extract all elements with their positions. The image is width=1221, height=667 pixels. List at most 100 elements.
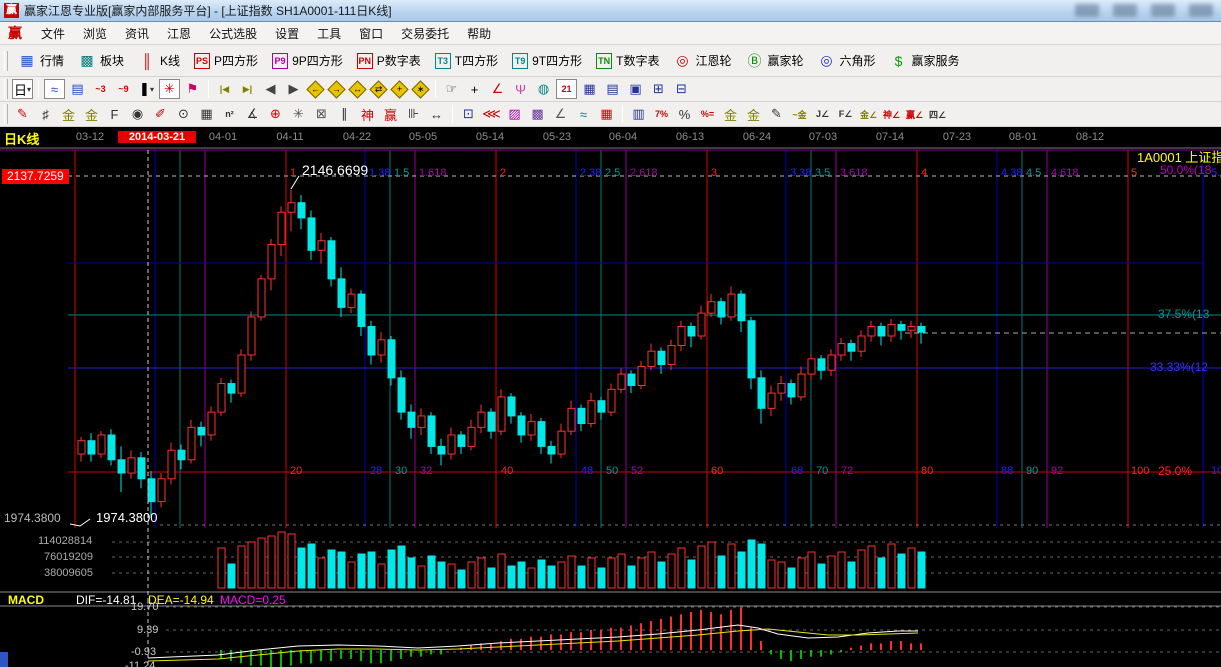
grid-red-tool[interactable]: ▦ — [596, 104, 617, 124]
trend-lines-tool[interactable]: ∠ — [550, 104, 571, 124]
last-page-button[interactable]: ▶| — [237, 79, 258, 99]
k-mark-tool[interactable]: ∥ — [334, 104, 355, 124]
main-chart-canvas[interactable] — [0, 127, 1221, 667]
gold-angle-tool[interactable]: 金∠ — [858, 104, 879, 124]
candle-style-selector[interactable]: ❚▾ — [136, 79, 157, 99]
calculator-tool[interactable]: ▦ — [579, 79, 600, 99]
box-select-tool[interactable]: ⊡ — [458, 104, 479, 124]
wave-tool[interactable]: ≈ — [573, 104, 594, 124]
menu-item-设置[interactable]: 设置 — [266, 23, 308, 44]
h-compress-button[interactable]: ⇄ — [369, 80, 387, 98]
candle-pen-tool[interactable]: ✎ — [766, 104, 787, 124]
t-square-button[interactable]: T3T四方形 — [428, 48, 505, 74]
window-control-icon[interactable] — [1189, 4, 1213, 17]
three-wave-tool[interactable]: ~3 — [90, 79, 111, 99]
next-button[interactable]: ▶ — [283, 79, 304, 99]
ruler-123-tool[interactable]: ⊪ — [403, 104, 424, 124]
gold-wave-tool[interactable]: ~金 — [789, 104, 810, 124]
square-target-tool[interactable]: ⊠ — [311, 104, 332, 124]
first-page-button[interactable]: |◀ — [214, 79, 235, 99]
save-tool[interactable]: ▣ — [625, 79, 646, 99]
percent-lines-tool[interactable]: %= — [697, 104, 718, 124]
width-measure-tool[interactable]: ↔ — [426, 104, 447, 124]
target-circle-tool[interactable]: ⊕ — [265, 104, 286, 124]
fib-f-tool[interactable]: F — [104, 104, 125, 124]
9t-square-button[interactable]: T99T四方形 — [505, 48, 589, 74]
p-table-button[interactable]: PNP数字表 — [350, 48, 428, 74]
angle-tool[interactable]: ∠ — [487, 79, 508, 99]
quotes-button[interactable]: ▦行情 — [11, 48, 71, 74]
menu-item-江恩[interactable]: 江恩 — [158, 23, 200, 44]
percent-strike-tool[interactable]: 7% — [651, 104, 672, 124]
percent-tool[interactable]: % — [674, 104, 695, 124]
mind-tool[interactable]: ◍ — [533, 79, 554, 99]
f-angle-tool[interactable]: F∠ — [835, 104, 856, 124]
chart-area[interactable]: 03-122014-03-2104-0104-1104-2205-0505-14… — [0, 127, 1221, 667]
pattern-box-tool[interactable]: ✳ — [159, 79, 180, 99]
window-control-icon[interactable] — [1151, 4, 1175, 17]
bars-box-tool[interactable]: ▥ — [628, 104, 649, 124]
clipboard-tool[interactable]: ▤ — [67, 79, 88, 99]
9p-square-button[interactable]: P99P四方形 — [265, 48, 350, 74]
print-tool[interactable]: ⊟ — [671, 79, 692, 99]
box-x-tool[interactable]: ▩ — [527, 104, 548, 124]
sectors-button[interactable]: ▩板块 — [71, 48, 131, 74]
window-control-icon[interactable] — [1113, 4, 1137, 17]
spiral-tool[interactable]: ◉ — [127, 104, 148, 124]
win-angle-tool[interactable]: 赢∠ — [904, 104, 925, 124]
hexagon-button[interactable]: ◎六角形 — [811, 48, 883, 74]
menu-item-窗口[interactable]: 窗口 — [350, 23, 392, 44]
zigzag-pattern-tool[interactable]: ≈ — [44, 79, 65, 99]
compress-all-button[interactable]: ∗ — [411, 80, 429, 98]
t-table-button[interactable]: TNT数字表 — [589, 48, 666, 74]
dense-grid-tool[interactable]: ▦ — [196, 104, 217, 124]
measure-pen-tool[interactable]: ✐ — [150, 104, 171, 124]
web-tool[interactable]: ✳ — [288, 104, 309, 124]
gann-circle-tool[interactable]: ⊙ — [173, 104, 194, 124]
fan-square-tool[interactable]: ▨ — [504, 104, 525, 124]
winner-service-button[interactable]: $赢家服务 — [883, 48, 967, 74]
gold-square-9-tool[interactable]: 金 — [81, 104, 102, 124]
four-angle-tool[interactable]: 四∠ — [927, 104, 948, 124]
j-angle-tool[interactable]: J∠ — [812, 104, 833, 124]
brush-tool[interactable]: ✎ — [12, 104, 33, 124]
pan-left-button[interactable]: ← — [306, 80, 324, 98]
winner-wheel-button[interactable]: Ⓑ赢家轮 — [738, 48, 810, 74]
crosshair-tool[interactable]: + — [464, 79, 485, 99]
shen-grid-tool[interactable]: 神 — [357, 104, 378, 124]
p-square-button[interactable]: PSP四方形 — [187, 48, 265, 74]
pan-right-button[interactable]: → — [327, 80, 345, 98]
candlestick — [548, 446, 555, 454]
menu-item-公式选股[interactable]: 公式选股 — [200, 23, 266, 44]
menu-item-浏览[interactable]: 浏览 — [74, 23, 116, 44]
gann-grid-tool[interactable]: ♯ — [35, 104, 56, 124]
win-grid-tool[interactable]: 赢 — [380, 104, 401, 124]
calendar-21-tool[interactable]: 21 — [556, 79, 577, 99]
gold-circle-tool[interactable]: 金 — [720, 104, 741, 124]
gold-lines-tool[interactable]: 金 — [743, 104, 764, 124]
angle-a-tool[interactable]: ∡ — [242, 104, 263, 124]
nine-wave-tool[interactable]: ~9 — [113, 79, 134, 99]
fan-lines-tool[interactable]: ⋘ — [481, 104, 502, 124]
h-expand-button[interactable]: ↔ — [348, 80, 366, 98]
menu-item-资讯[interactable]: 资讯 — [116, 23, 158, 44]
export-tool[interactable]: ⊞ — [648, 79, 669, 99]
menu-item-交易委托[interactable]: 交易委托 — [392, 23, 458, 44]
window-controls-blurred[interactable] — [1075, 4, 1213, 17]
menu-item-帮助[interactable]: 帮助 — [458, 23, 500, 44]
levels-flag-tool[interactable]: ⚑ — [182, 79, 203, 99]
kline-button[interactable]: ║K线 — [131, 48, 187, 74]
n-square-tool[interactable]: n² — [219, 104, 240, 124]
gann-wheel-button[interactable]: ◎江恩轮 — [666, 48, 738, 74]
period-day-selector[interactable]: 日▾ — [12, 79, 33, 99]
gold-square-tool[interactable]: 金 — [58, 104, 79, 124]
gann-fan-pink-tool[interactable]: Ψ — [510, 79, 531, 99]
window-control-icon[interactable] — [1075, 4, 1099, 17]
hand-tool[interactable]: ☞ — [441, 79, 462, 99]
shen-angle-tool[interactable]: 神∠ — [881, 104, 902, 124]
prev-button[interactable]: ◀ — [260, 79, 281, 99]
menu-item-文件[interactable]: 文件 — [32, 23, 74, 44]
notes-tool[interactable]: ▤ — [602, 79, 623, 99]
menu-item-工具[interactable]: 工具 — [308, 23, 350, 44]
expand-all-button[interactable]: + — [390, 80, 408, 98]
